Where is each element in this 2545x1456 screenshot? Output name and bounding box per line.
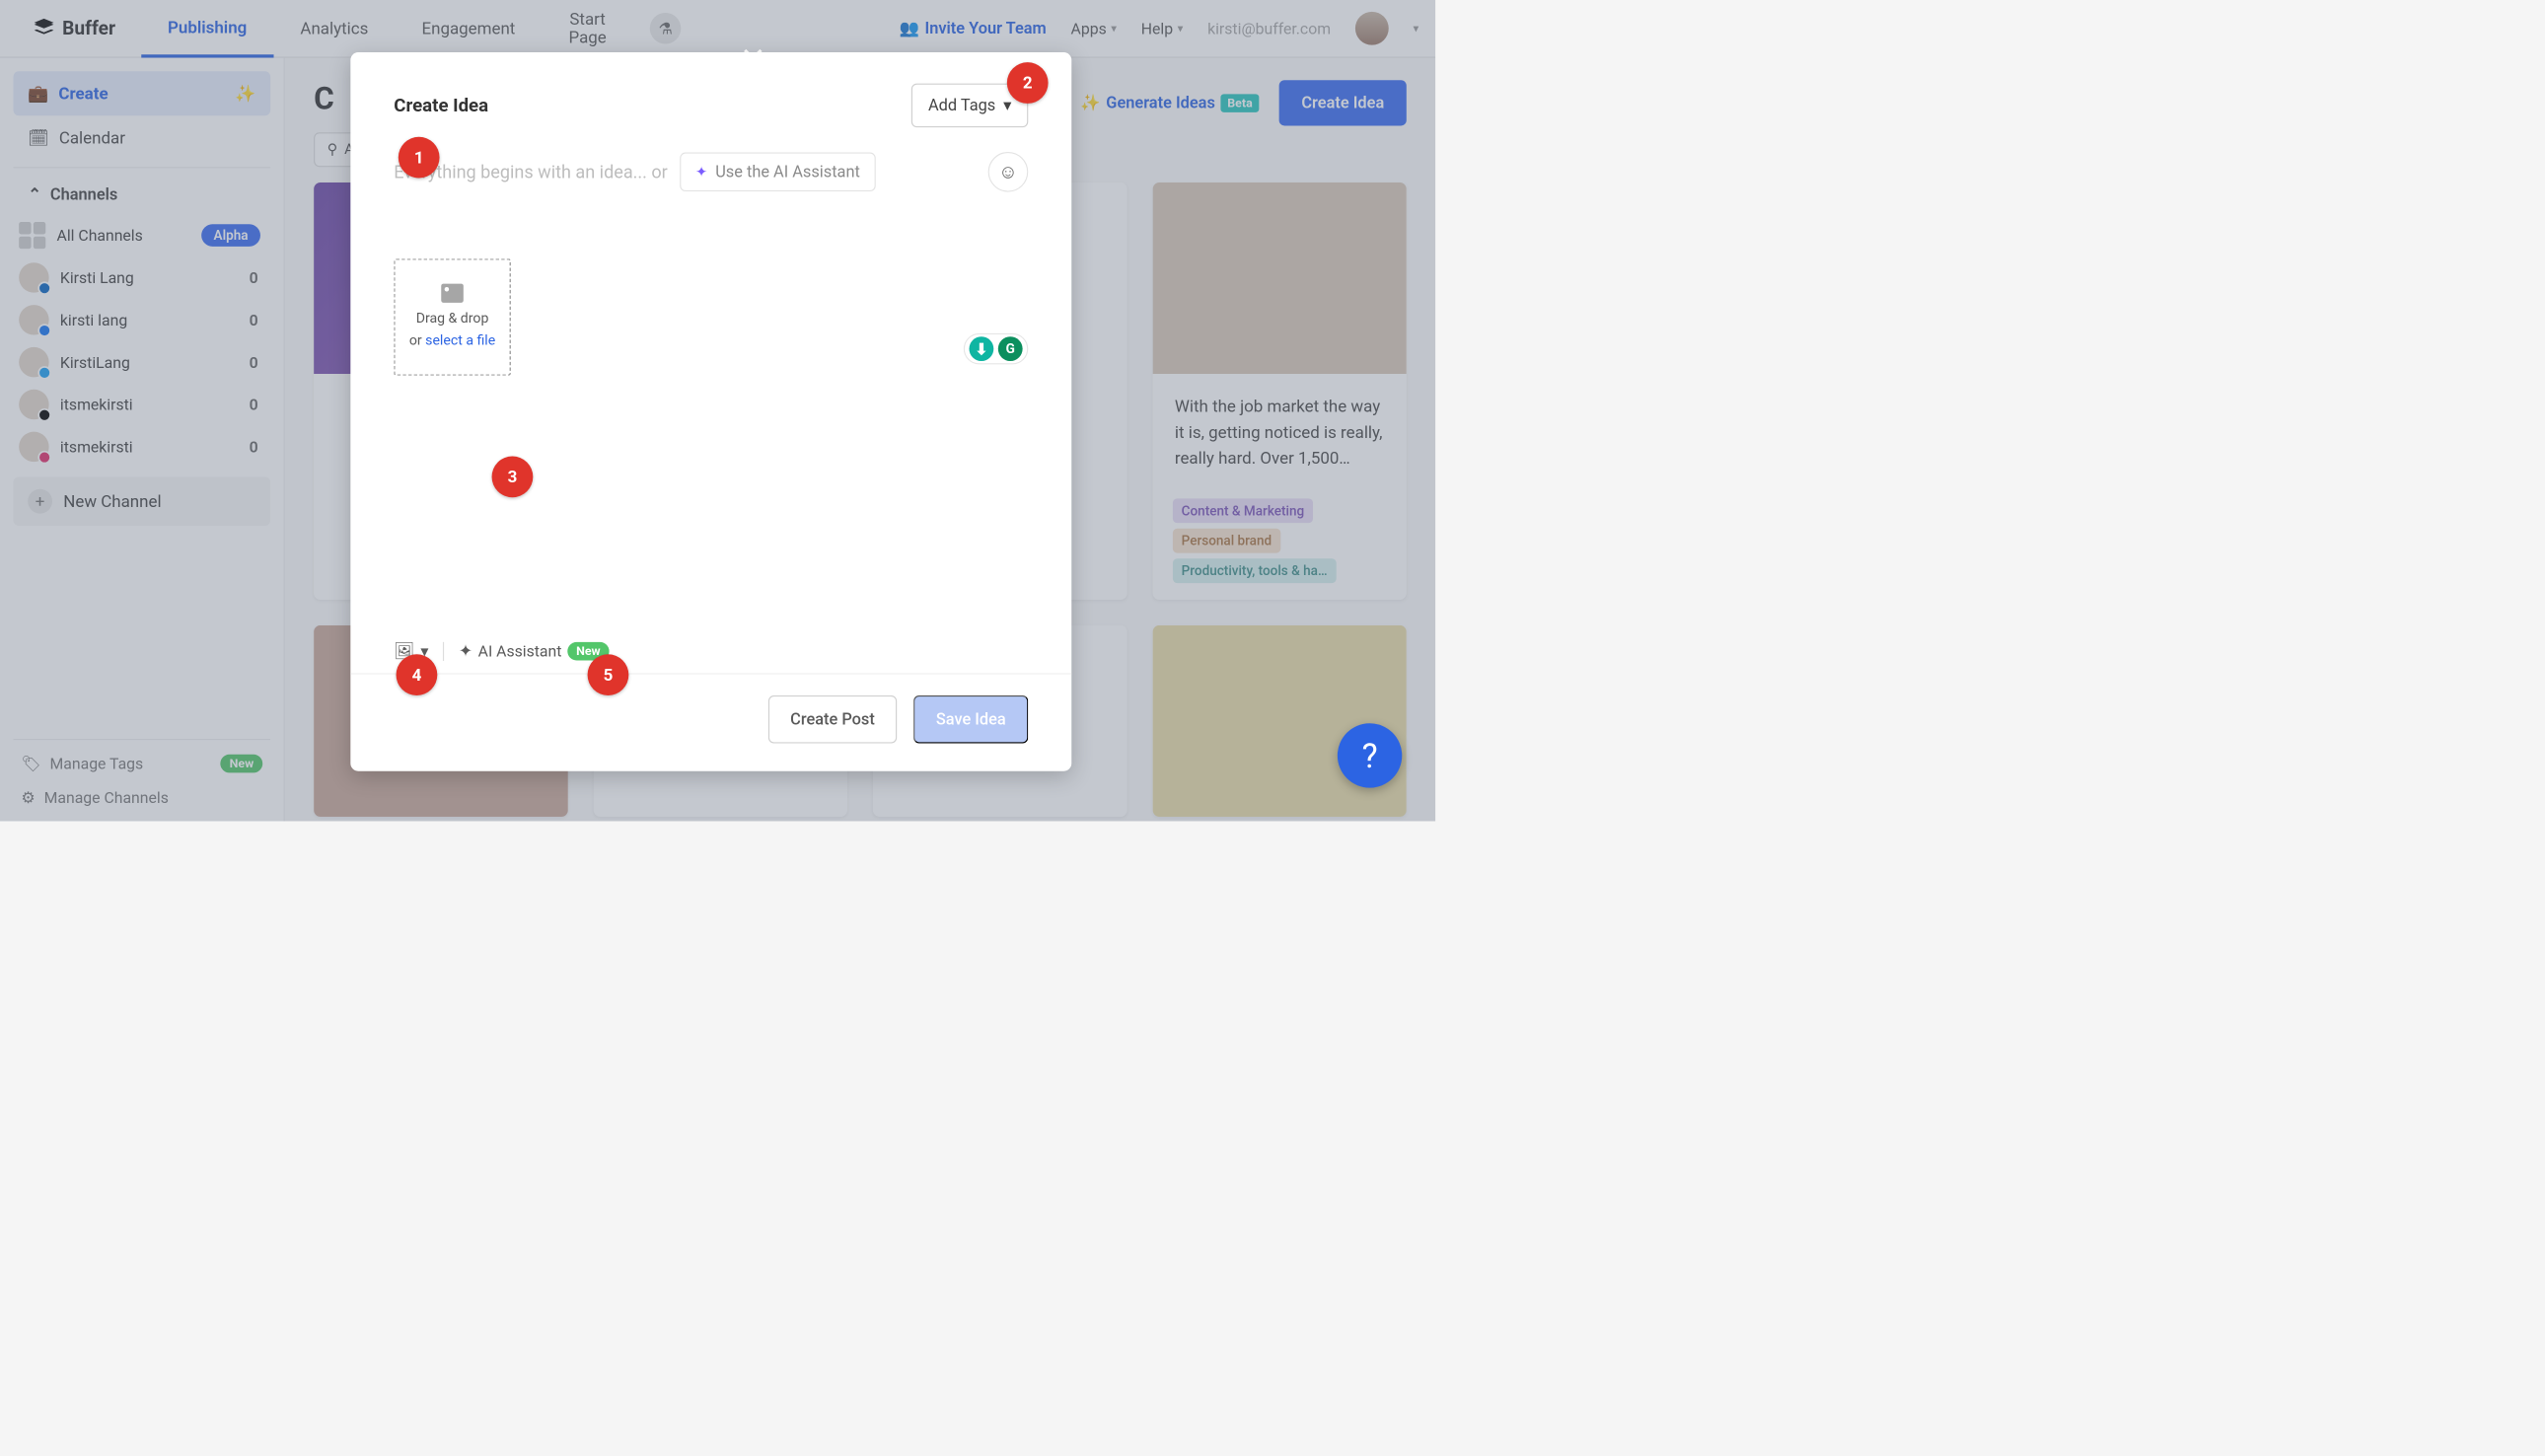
- chevron-down-icon: ▾: [1003, 96, 1011, 115]
- grammarly-icon: G: [998, 336, 1023, 361]
- compose-area: Everything begins with an idea... or ✦ U…: [350, 127, 1071, 191]
- modal-header: Create Idea Add Tags ▾: [350, 52, 1071, 127]
- grammarly-go-icon: ⬇: [969, 336, 993, 361]
- annotation-3: 3: [492, 456, 534, 497]
- wand-icon: ✦: [695, 164, 707, 181]
- annotation-4: 4: [397, 654, 438, 695]
- select-file-link[interactable]: select a file: [425, 332, 495, 348]
- dropzone-text: Drag & drop: [416, 310, 489, 328]
- ai-assistant-chip[interactable]: ✦ Use the AI Assistant: [680, 153, 875, 191]
- modal-toolbar: 🖼▾ ✦ AI Assistant New: [350, 629, 1071, 675]
- modal-title: Create Idea: [394, 95, 488, 116]
- media-dropzone[interactable]: Drag & drop or select a file: [394, 258, 510, 375]
- create-post-button[interactable]: Create Post: [768, 695, 898, 744]
- emoji-button[interactable]: ☺: [988, 152, 1029, 192]
- divider: [443, 642, 444, 661]
- grammarly-widget[interactable]: ⬇ G: [964, 333, 1028, 365]
- modal-footer: Create Post Save Idea: [350, 675, 1071, 771]
- create-idea-modal: Create Idea Add Tags ▾ Everything begins…: [350, 52, 1071, 771]
- help-fab[interactable]: ?: [1338, 723, 1402, 787]
- wand-icon: ✦: [459, 641, 473, 661]
- annotation-5: 5: [588, 654, 629, 695]
- annotation-2: 2: [1007, 62, 1049, 104]
- image-icon: [441, 284, 464, 303]
- save-idea-button[interactable]: Save Idea: [913, 695, 1028, 744]
- ai-assistant-tool[interactable]: ✦ AI Assistant New: [459, 641, 610, 661]
- annotation-1: 1: [399, 137, 440, 179]
